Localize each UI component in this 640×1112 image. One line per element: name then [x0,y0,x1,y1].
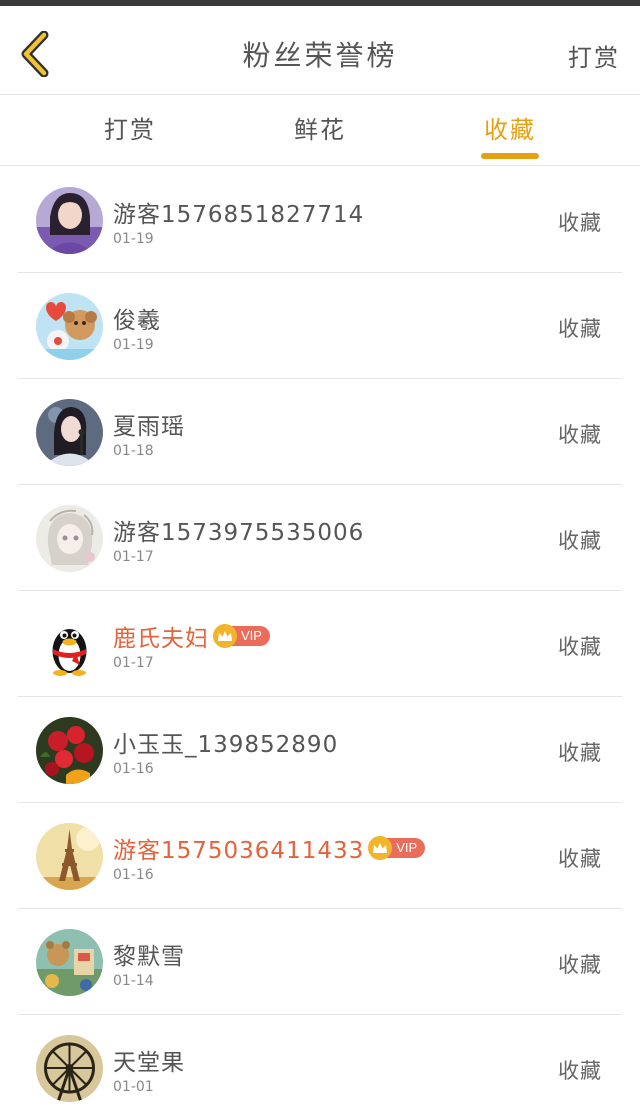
list-item[interactable]: 天堂果 01-01 收藏 [0,1015,640,1112]
list-item[interactable]: 俊羲 01-19 收藏 [0,273,640,379]
fan-action: 收藏 [558,1059,602,1083]
avatar [36,505,103,572]
fan-list: 游客1576851827714 01-19 收藏 俊羲 01-19 收藏 夏雨瑶… [0,167,640,1112]
vip-label: VIP [386,838,426,858]
fan-date: 01-17 [113,655,154,671]
avatar [36,611,103,678]
fan-date: 01-19 [113,337,154,353]
list-item[interactable]: 小玉玉_139852890 01-16 收藏 [0,697,640,803]
fan-action: 收藏 [558,423,602,447]
active-tab-indicator [481,153,539,159]
fan-name: 天堂果 [113,1050,185,1076]
fan-name: 小玉玉_139852890 [113,732,339,758]
fan-date: 01-01 [113,1079,154,1095]
top-bar: 粉丝荣誉榜 打赏 [0,6,640,95]
list-item[interactable]: 鹿氏夫妇 VIP 01-17 收藏 [0,591,640,697]
avatar [36,293,103,360]
vip-badge: VIP [368,836,426,860]
tab-reward[interactable]: 打赏 [70,110,190,145]
fan-action: 收藏 [558,953,602,977]
fan-date: 01-19 [113,231,154,247]
list-item[interactable]: 游客1576851827714 01-19 收藏 [0,167,640,273]
tab-bar: 打赏 鲜花 收藏 [0,96,640,166]
fan-action: 收藏 [558,847,602,871]
list-item[interactable]: 游客1573975535006 01-17 收藏 [0,485,640,591]
fan-name: 夏雨瑶 [113,414,185,440]
vip-badge: VIP [213,624,270,648]
tab-flowers[interactable]: 鲜花 [260,110,380,145]
list-item[interactable]: 游客1575036411433 VIP 01-16 收藏 [0,803,640,909]
fan-date: 01-16 [113,867,154,883]
reward-button[interactable]: 打赏 [568,38,620,73]
fan-name: 游客1575036411433 [113,838,365,864]
fan-name: 鹿氏夫妇 [113,626,209,652]
chevron-left-icon [21,31,49,77]
fan-action: 收藏 [558,317,602,341]
fan-date: 01-17 [113,549,154,565]
fan-action: 收藏 [558,741,602,765]
avatar [36,399,103,466]
back-button[interactable] [12,28,58,80]
list-item[interactable]: 黎默雪 01-14 收藏 [0,909,640,1015]
tab-favorites[interactable]: 收藏 [450,110,570,145]
avatar [36,1035,103,1102]
avatar [36,929,103,996]
avatar [36,187,103,254]
list-item[interactable]: 夏雨瑶 01-18 收藏 [0,379,640,485]
page-title: 粉丝荣誉榜 [242,39,398,72]
avatar [36,717,103,784]
crown-icon [213,624,237,648]
fan-action: 收藏 [558,529,602,553]
fan-action: 收藏 [558,211,602,235]
fan-name: 游客1576851827714 [113,202,365,228]
fan-date: 01-16 [113,761,154,777]
fan-name: 俊羲 [113,308,161,334]
fan-name: 游客1573975535006 [113,520,365,546]
fan-date: 01-18 [113,443,154,459]
fan-date: 01-14 [113,973,154,989]
fan-action: 收藏 [558,635,602,659]
fan-name: 黎默雪 [113,944,185,970]
avatar [36,823,103,890]
